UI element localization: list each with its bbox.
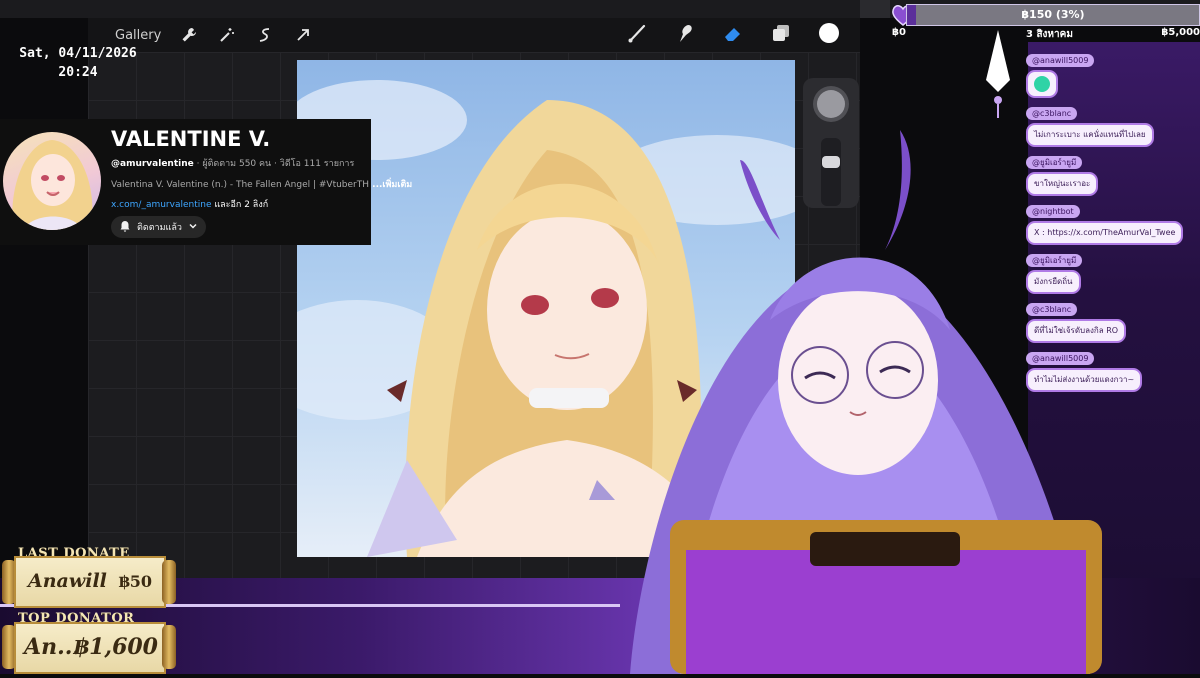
top-corner	[860, 0, 890, 18]
eraser-icon[interactable]	[722, 22, 744, 48]
subscribed-label: ติดตามแล้ว	[137, 223, 182, 233]
channel-link[interactable]: x.com/_amurvalentine	[111, 200, 211, 210]
crystal-ornament	[980, 30, 1016, 120]
toolbar-right	[626, 22, 840, 48]
drawing-app-toolbar: Gallery	[88, 18, 860, 52]
channel-card: VALENTINE V. @amurvalentine · ผู้ติดตาม …	[0, 119, 412, 245]
brush-size-knob[interactable]	[817, 90, 845, 118]
scroll-roll-right-2	[162, 625, 176, 669]
layers-icon[interactable]	[770, 22, 792, 48]
channel-description: Valentina V. Valentine (n.) - The Fallen…	[111, 177, 412, 191]
gallery-button[interactable]: Gallery	[115, 28, 161, 43]
wrench-icon[interactable]	[177, 23, 201, 47]
selection-icon[interactable]	[253, 23, 277, 47]
goal-date: 3 สิงหาคม	[1026, 29, 1073, 40]
avatar-illustration	[12, 140, 93, 230]
top-donator-name: An...	[24, 634, 81, 660]
bell-icon	[119, 220, 131, 235]
channel-handle[interactable]: @amurvalentine	[111, 159, 194, 169]
ghost-emote-icon	[1034, 76, 1050, 92]
datetime-overlay: Sat, 04/11/2026 20:24	[18, 44, 138, 82]
channel-meta: @amurvalentine · ผู้ติดตาม 550 คน · วิดี…	[111, 156, 354, 170]
channel-stats: · ผู้ติดตาม 550 คน · วิดีโอ 111 รายการ	[193, 159, 355, 169]
last-donate-plaque: Anawill ฿50	[14, 556, 166, 608]
time-text: 20:24	[58, 65, 98, 80]
top-donator-amount: ฿1,600	[73, 634, 158, 660]
brush-icon[interactable]	[626, 22, 648, 48]
donation-goal-text: ฿150 (3%)	[1021, 8, 1085, 21]
magic-wand-icon[interactable]	[215, 23, 239, 47]
donation-goal-scale: ฿0 3 สิงหาคม ฿5,000	[892, 27, 1200, 41]
last-donate-name: Anawill	[28, 570, 107, 592]
chat-username[interactable]: @c3blanc	[1026, 107, 1078, 120]
channel-description-text: Valentina V. Valentine (n.) - The Fallen…	[111, 180, 370, 190]
chat-username[interactable]: @anawill5009	[1026, 54, 1095, 67]
channel-link-suffix[interactable]: และอีก 2 ลิงก์	[211, 200, 268, 210]
transform-arrow-icon[interactable]	[291, 23, 315, 47]
date-text: Sat, 04/11/2026	[19, 46, 137, 61]
more-link[interactable]: ...เพิ่มเติม	[369, 180, 412, 190]
color-swatch-icon[interactable]	[818, 22, 840, 48]
goal-min: ฿0	[892, 27, 906, 38]
top-donator-plaque: An... ฿1,600	[14, 622, 166, 674]
donation-goal-bar: ฿150 (3%)	[906, 4, 1200, 26]
goal-max: ฿5,000	[1161, 27, 1200, 38]
smudge-icon[interactable]	[674, 22, 696, 48]
channel-name: VALENTINE V.	[111, 127, 271, 151]
subscribed-button[interactable]: ติดตามแล้ว	[111, 216, 206, 238]
vtuber-avatar	[600, 120, 1120, 674]
channel-avatar[interactable]	[3, 132, 101, 230]
channel-links: x.com/_amurvalentine และอีก 2 ลิงก์	[111, 197, 268, 211]
scroll-roll-right	[162, 560, 176, 604]
last-donate-amount: ฿50	[118, 572, 152, 591]
chevron-down-icon	[188, 221, 198, 234]
chat-message	[1026, 70, 1058, 98]
